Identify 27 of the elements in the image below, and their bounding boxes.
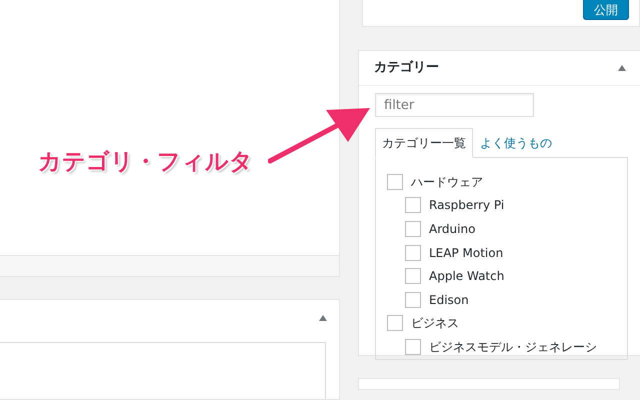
- checkbox[interactable]: [405, 197, 421, 214]
- category-label[interactable]: LEAP Motion: [429, 244, 504, 262]
- checkbox[interactable]: [405, 220, 421, 237]
- category-tab[interactable]: カテゴリー一覧: [375, 128, 473, 158]
- category-label[interactable]: Apple Watch: [429, 267, 504, 286]
- category-label[interactable]: ビジネス: [411, 314, 459, 332]
- category-label[interactable]: Edison: [429, 290, 469, 309]
- publish-button[interactable]: 公開: [583, 0, 629, 20]
- category-label[interactable]: Raspberry Pi: [429, 196, 504, 214]
- collapse-icon[interactable]: [618, 65, 626, 71]
- category-label[interactable]: ハードウェア: [411, 172, 483, 191]
- category-label[interactable]: ビジネスモデル・ジェネレーシ: [429, 338, 597, 356]
- checkbox[interactable]: [405, 268, 421, 284]
- text-area[interactable]: [0, 342, 326, 399]
- category-label[interactable]: Arduino: [429, 220, 476, 238]
- category-tab[interactable]: よく使うもの: [473, 128, 559, 158]
- checkbox[interactable]: [405, 244, 421, 261]
- arrow-icon: [268, 106, 372, 164]
- checkbox[interactable]: [387, 174, 403, 190]
- collapse-icon[interactable]: [319, 315, 327, 321]
- checkbox[interactable]: [405, 292, 421, 308]
- checkbox[interactable]: [405, 338, 421, 355]
- panel-title: カテゴリー: [374, 59, 439, 78]
- checkbox[interactable]: [387, 315, 403, 332]
- annotation-label: カテゴリ・フィルタ: [38, 148, 253, 177]
- editor-area[interactable]: [0, 0, 340, 255]
- filter-field[interactable]: filter: [375, 93, 534, 117]
